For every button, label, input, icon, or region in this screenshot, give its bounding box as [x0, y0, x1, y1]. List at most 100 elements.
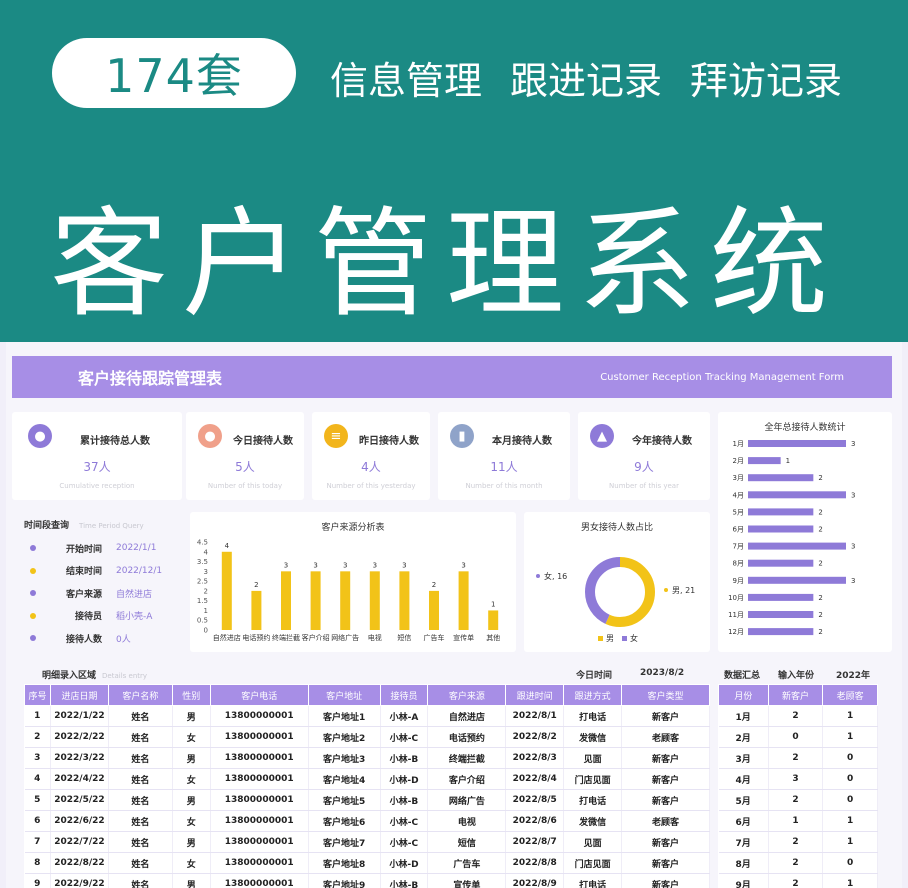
table-cell[interactable]: 宣传单: [427, 873, 507, 888]
table-cell[interactable]: 小林-C: [380, 831, 429, 853]
table-cell[interactable]: 电视: [427, 810, 507, 832]
table-cell[interactable]: 2: [768, 873, 824, 888]
table-cell[interactable]: 姓名: [108, 852, 173, 874]
table-cell[interactable]: 男: [172, 747, 211, 769]
table-cell[interactable]: 新客户: [621, 873, 710, 888]
query-value[interactable]: 稻小壳-A: [116, 609, 152, 622]
table-cell[interactable]: 4月: [718, 768, 769, 790]
table-cell[interactable]: 2: [768, 831, 824, 853]
table-cell[interactable]: 女: [172, 726, 211, 748]
table-cell[interactable]: 13800000001: [210, 726, 309, 748]
table-cell[interactable]: 0: [822, 789, 878, 811]
table-row[interactable]: 7 2022/7/22 姓名男 13800000001 客户地址7 小林-C 短信 2022/…: [24, 831, 710, 853]
table-cell[interactable]: 9月: [718, 873, 769, 888]
table-row[interactable]: 2月 0 1: [718, 726, 878, 748]
table-cell[interactable]: 新客户: [621, 831, 710, 853]
table-cell[interactable]: 客户地址8: [308, 852, 381, 874]
table-cell[interactable]: 姓名: [108, 810, 173, 832]
table-cell[interactable]: 女: [172, 852, 211, 874]
table-cell[interactable]: 13800000001: [210, 768, 309, 790]
table-cell[interactable]: 男: [172, 831, 211, 853]
table-cell[interactable]: 见面: [563, 747, 623, 769]
table-cell[interactable]: 女: [172, 810, 211, 832]
table-cell[interactable]: 电话预约: [427, 726, 507, 748]
table-cell[interactable]: 13800000001: [210, 810, 309, 832]
table-cell[interactable]: 2: [768, 789, 824, 811]
table-cell[interactable]: 客户地址4: [308, 768, 381, 790]
table-cell[interactable]: 姓名: [108, 747, 173, 769]
query-value[interactable]: 0人: [116, 632, 131, 645]
table-cell[interactable]: 新客户: [621, 768, 710, 790]
table-cell[interactable]: 老顾客: [621, 810, 710, 832]
table-cell[interactable]: 2022/9/22: [50, 873, 109, 888]
table-cell[interactable]: 门店见面: [563, 768, 623, 790]
table-row[interactable]: 5 2022/5/22 姓名男 13800000001 客户地址5 小林-B 网络广告 202…: [24, 789, 710, 811]
table-cell[interactable]: 8月: [718, 852, 769, 874]
table-cell[interactable]: 2022/2/22: [50, 726, 109, 748]
table-cell[interactable]: 9: [24, 873, 51, 888]
table-row[interactable]: 4月 3 0: [718, 768, 878, 790]
table-cell[interactable]: 客户介绍: [427, 768, 507, 790]
table-row[interactable]: 8 2022/8/22 姓名女 13800000001 客户地址8 小林-D 广告车 2022…: [24, 852, 710, 874]
table-row[interactable]: 1 2022/1/22 姓名男 13800000001 客户地址1 小林-A 自然进店 202…: [24, 705, 710, 727]
table-cell[interactable]: 13800000001: [210, 789, 309, 811]
table-cell[interactable]: 2022/6/22: [50, 810, 109, 832]
table-cell[interactable]: 男: [172, 789, 211, 811]
table-cell[interactable]: 门店见面: [563, 852, 623, 874]
table-cell[interactable]: 小林-B: [380, 747, 429, 769]
table-cell[interactable]: 姓名: [108, 873, 173, 888]
table-row[interactable]: 9 2022/9/22 姓名男 13800000001 客户地址9 小林-B 宣传单 2022…: [24, 873, 710, 888]
table-cell[interactable]: 小林-C: [380, 726, 429, 748]
table-cell[interactable]: 2: [768, 747, 824, 769]
table-cell[interactable]: 2022/3/22: [50, 747, 109, 769]
table-cell[interactable]: 小林-C: [380, 810, 429, 832]
table-cell[interactable]: 新客户: [621, 747, 710, 769]
query-value[interactable]: 2022/12/1: [116, 566, 162, 576]
table-cell[interactable]: 2022/8/22: [50, 852, 109, 874]
table-cell[interactable]: 2: [768, 852, 824, 874]
table-cell[interactable]: 客户地址3: [308, 747, 381, 769]
table-cell[interactable]: 见面: [563, 831, 623, 853]
table-cell[interactable]: 小林-B: [380, 789, 429, 811]
table-cell[interactable]: 客户地址9: [308, 873, 381, 888]
table-cell[interactable]: 姓名: [108, 726, 173, 748]
table-cell[interactable]: 2022/8/9: [505, 873, 565, 888]
table-cell[interactable]: 2022/7/22: [50, 831, 109, 853]
table-cell[interactable]: 7: [24, 831, 51, 853]
table-cell[interactable]: 13800000001: [210, 852, 309, 874]
table-cell[interactable]: 1: [822, 705, 878, 727]
table-cell[interactable]: 13800000001: [210, 831, 309, 853]
table-cell[interactable]: 1: [822, 726, 878, 748]
table-cell[interactable]: 2022/8/6: [505, 810, 565, 832]
table-row[interactable]: 8月 2 0: [718, 852, 878, 874]
table-cell[interactable]: 1月: [718, 705, 769, 727]
table-cell[interactable]: 打电话: [563, 789, 623, 811]
table-cell[interactable]: 网络广告: [427, 789, 507, 811]
table-cell[interactable]: 男: [172, 873, 211, 888]
table-row[interactable]: 1月 2 1: [718, 705, 878, 727]
table-cell[interactable]: 新客户: [621, 789, 710, 811]
table-cell[interactable]: 小林-B: [380, 873, 429, 888]
table-cell[interactable]: 2022/8/7: [505, 831, 565, 853]
table-cell[interactable]: 2022/1/22: [50, 705, 109, 727]
table-cell[interactable]: 广告车: [427, 852, 507, 874]
table-cell[interactable]: 客户地址2: [308, 726, 381, 748]
table-cell[interactable]: 3月: [718, 747, 769, 769]
table-cell[interactable]: 2022/8/4: [505, 768, 565, 790]
table-cell[interactable]: 2: [24, 726, 51, 748]
table-cell[interactable]: 发微信: [563, 726, 623, 748]
query-value[interactable]: 2022/1/1: [116, 543, 156, 553]
table-cell[interactable]: 客户地址6: [308, 810, 381, 832]
table-cell[interactable]: 打电话: [563, 705, 623, 727]
table-row[interactable]: 3 2022/3/22 姓名男 13800000001 客户地址3 小林-B 终端拦截 202…: [24, 747, 710, 769]
table-cell[interactable]: 打电话: [563, 873, 623, 888]
table-cell[interactable]: 2022/8/5: [505, 789, 565, 811]
table-cell[interactable]: 新客户: [621, 852, 710, 874]
table-cell[interactable]: 13800000001: [210, 873, 309, 888]
table-cell[interactable]: 4: [24, 768, 51, 790]
table-cell[interactable]: 5月: [718, 789, 769, 811]
table-cell[interactable]: 1: [822, 873, 878, 888]
table-cell[interactable]: 短信: [427, 831, 507, 853]
table-cell[interactable]: 小林-A: [380, 705, 429, 727]
table-cell[interactable]: 2022/4/22: [50, 768, 109, 790]
